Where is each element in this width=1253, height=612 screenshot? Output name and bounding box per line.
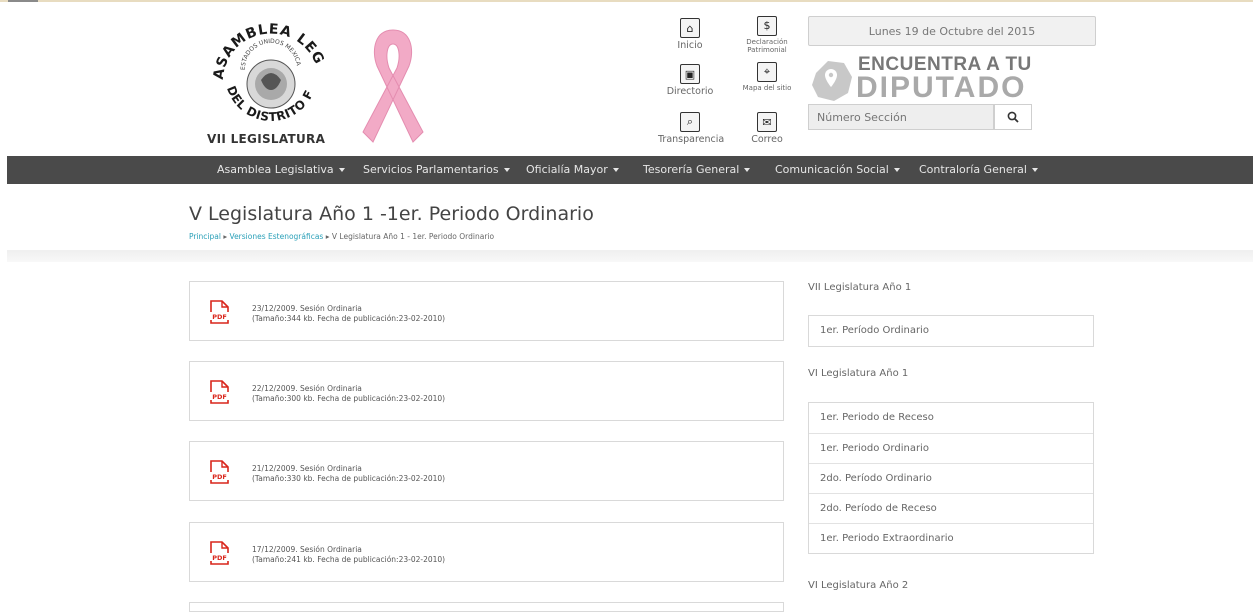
sidebar-item[interactable]: 1er. Período Ordinario bbox=[809, 316, 1093, 346]
quick-link-declaracion[interactable]: $ Declaración Patrimonial bbox=[735, 16, 799, 54]
sidebar-item[interactable]: 1er. Periodo Ordinario bbox=[809, 433, 1093, 463]
main-nav: Asamblea Legislativa Servicios Parlament… bbox=[7, 156, 1253, 184]
document-item[interactable]: PDF 21/12/2009. Sesión Ordinaria (Tamaño… bbox=[189, 441, 784, 501]
quick-link-label: Declaración Patrimonial bbox=[746, 38, 788, 54]
quick-link-label: Correo bbox=[751, 134, 783, 145]
top-accent-mark bbox=[8, 0, 38, 2]
document-title[interactable]: 22/12/2009. Sesión Ordinaria bbox=[252, 384, 362, 393]
caret-down-icon bbox=[1031, 168, 1038, 172]
breadcrumb-current: V Legislatura Año 1 - 1er. Periodo Ordin… bbox=[331, 232, 495, 241]
breadcrumb-separator: ▸ bbox=[325, 232, 330, 241]
breadcrumb: Principal ▸ Versiones Estenográficas ▸ V… bbox=[189, 232, 494, 241]
sidebar-heading: VII Legislatura Año 1 bbox=[808, 282, 912, 293]
content-separator bbox=[7, 250, 1253, 262]
caret-down-icon bbox=[612, 168, 619, 172]
contact-card-icon: ▣ bbox=[680, 64, 700, 84]
pdf-icon: PDF bbox=[210, 460, 229, 484]
quick-link-correo[interactable]: ✉ Correo bbox=[735, 112, 799, 145]
sidebar-item[interactable]: 2do. Período de Receso bbox=[809, 493, 1093, 523]
document-item[interactable]: PDF 22/12/2009. Sesión Ordinaria (Tamaño… bbox=[189, 361, 784, 421]
breadcrumb-separator: ▸ bbox=[223, 232, 228, 241]
document-title[interactable]: 21/12/2009. Sesión Ordinaria bbox=[252, 464, 362, 473]
caret-down-icon bbox=[893, 168, 900, 172]
document-meta: (Tamaño:330 kb. Fecha de publicación:23-… bbox=[252, 474, 446, 483]
envelope-icon: ✉ bbox=[757, 112, 777, 132]
section-search-input[interactable] bbox=[808, 104, 994, 130]
logo-caption: VII LEGISLATURA bbox=[207, 132, 326, 146]
document-title[interactable]: 23/12/2009. Sesión Ordinaria bbox=[252, 304, 362, 313]
quick-link-inicio[interactable]: ⌂ Inicio bbox=[658, 18, 722, 51]
document-meta: (Tamaño:344 kb. Fecha de publicación:23-… bbox=[252, 314, 446, 323]
nav-comunicacion-social[interactable]: Comunicación Social bbox=[775, 156, 900, 184]
quick-link-directorio[interactable]: ▣ Directorio bbox=[658, 64, 722, 97]
dollar-icon: $ bbox=[757, 16, 777, 36]
pdf-icon: PDF bbox=[210, 380, 229, 404]
page-title: V Legislatura Año 1 -1er. Periodo Ordina… bbox=[189, 203, 594, 225]
search-icon bbox=[1007, 111, 1019, 123]
document-item[interactable] bbox=[189, 602, 784, 612]
sidebar-heading: VI Legislatura Año 2 bbox=[808, 580, 909, 591]
svg-text:PDF: PDF bbox=[212, 554, 227, 562]
quick-link-label: Inicio bbox=[677, 40, 703, 51]
nav-contraloria-general[interactable]: Contraloría General bbox=[919, 156, 1038, 184]
sidebar-list: 1er. Período Ordinario bbox=[808, 315, 1094, 347]
finder-heading-large: DIPUTADO bbox=[856, 71, 1027, 104]
caret-down-icon bbox=[503, 168, 510, 172]
map-icon: ⌖ bbox=[757, 62, 777, 82]
nav-oficialia-mayor[interactable]: Oficialía Mayor bbox=[526, 156, 619, 184]
document-title[interactable]: 17/12/2009. Sesión Ordinaria bbox=[252, 545, 362, 554]
svg-text:PDF: PDF bbox=[212, 473, 227, 481]
quick-link-label: Mapa del sitio bbox=[742, 84, 792, 92]
pink-ribbon-icon bbox=[362, 29, 424, 143]
svg-text:PDF: PDF bbox=[212, 313, 227, 321]
home-icon: ⌂ bbox=[680, 18, 700, 38]
quick-link-label: Transparencia bbox=[658, 134, 725, 145]
search-button[interactable] bbox=[994, 104, 1032, 130]
top-accent-line bbox=[0, 0, 1253, 2]
quick-link-mapa[interactable]: ⌖ Mapa del sitio bbox=[735, 62, 799, 92]
quick-link-label: Directorio bbox=[666, 86, 714, 97]
caret-down-icon bbox=[338, 168, 345, 172]
caret-down-icon bbox=[744, 168, 751, 172]
document-item[interactable]: PDF 23/12/2009. Sesión Ordinaria (Tamaño… bbox=[189, 281, 784, 341]
pdf-icon: PDF bbox=[210, 300, 229, 324]
nav-tesoreria-general[interactable]: Tesorería General bbox=[643, 156, 751, 184]
sidebar-heading: VI Legislatura Año 1 bbox=[808, 368, 909, 379]
document-item[interactable]: PDF 17/12/2009. Sesión Ordinaria (Tamaño… bbox=[189, 522, 784, 582]
breadcrumb-principal[interactable]: Principal bbox=[189, 232, 221, 241]
asamblea-seal-logo[interactable]: ASAMBLEA LEGISLATIVA ESTADOS UNIDOS MEXI… bbox=[205, 18, 335, 133]
quick-link-transparencia[interactable]: ⌕ Transparencia bbox=[658, 112, 725, 145]
nav-servicios-parlamentarios[interactable]: Servicios Parlamentarios bbox=[363, 156, 510, 184]
breadcrumb-versiones[interactable]: Versiones Estenográficas bbox=[230, 232, 324, 241]
document-meta: (Tamaño:241 kb. Fecha de publicación:23-… bbox=[252, 555, 446, 564]
sidebar-item[interactable]: 1er. Periodo de Receso bbox=[809, 403, 1093, 433]
sidebar-item[interactable]: 2do. Período Ordinario bbox=[809, 463, 1093, 493]
map-pin-icon bbox=[812, 61, 852, 101]
nav-asamblea-legislativa[interactable]: Asamblea Legislativa bbox=[217, 156, 345, 184]
current-date: Lunes 19 de Octubre del 2015 bbox=[808, 16, 1096, 46]
document-meta: (Tamaño:300 kb. Fecha de publicación:23-… bbox=[252, 394, 446, 403]
sidebar-item[interactable]: 1er. Periodo Extraordinario bbox=[809, 523, 1093, 553]
pdf-icon: PDF bbox=[210, 541, 229, 565]
magnifier-doc-icon: ⌕ bbox=[680, 112, 700, 132]
svg-text:PDF: PDF bbox=[212, 393, 227, 401]
sidebar-list: 1er. Periodo de Receso 1er. Periodo Ordi… bbox=[808, 402, 1094, 554]
